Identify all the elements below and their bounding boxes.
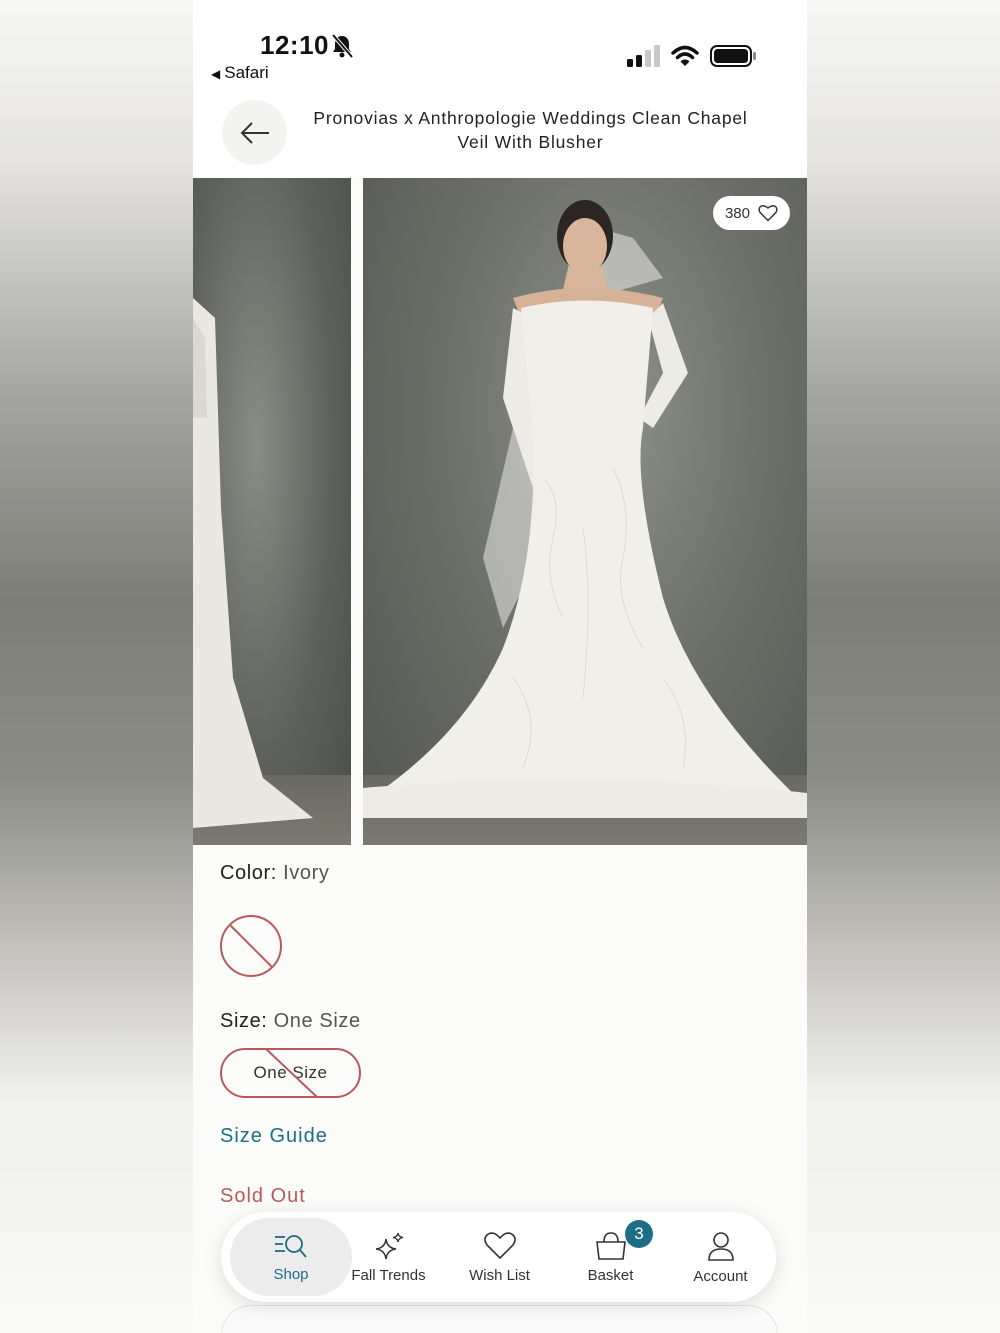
tab-label: Basket [587,1266,634,1284]
sold-out-status: Sold Out [220,1185,306,1207]
battery-icon [710,45,756,67]
person-icon [707,1231,734,1261]
basket-icon [595,1231,626,1260]
arrow-left-icon [240,121,269,144]
tab-label: Account [693,1267,748,1285]
add-to-wishlist-button[interactable] [221,1305,778,1333]
product-image-main[interactable]: 380 [363,178,807,845]
heart-icon [483,1231,516,1259]
size-guide-link[interactable]: Size Guide [220,1125,328,1148]
strikethrough-icon [229,924,273,968]
search-list-icon [275,1234,307,1258]
color-label: Color: [220,862,277,884]
strikethrough-icon [265,1050,318,1096]
tab-label: Fall Trends [351,1266,426,1284]
model-in-dress-illustration [363,200,807,818]
color-swatch-ivory-unavailable[interactable] [220,915,282,977]
tab-basket[interactable]: Basket 3 [555,1212,666,1302]
bottom-tab-bar: Shop Fall Trends Wish List Basket 3 Acco… [221,1212,776,1302]
tab-account[interactable]: Account [665,1212,776,1302]
wifi-icon [671,45,699,66]
background-blur-left [0,0,193,1333]
size-option-one-size-unavailable[interactable]: One Size [220,1048,361,1098]
background-blur-right [807,0,1000,1333]
sparkles-icon [375,1232,403,1259]
back-app-label: Safari [224,63,269,82]
color-value: Ivory [283,862,330,884]
likes-count: 380 [724,204,750,222]
heart-outline-icon [758,204,778,222]
size-label: Size: [220,1010,268,1032]
tab-fall-trends[interactable]: Fall Trends [333,1212,444,1302]
product-header: Pronovias x Anthropologie Weddings Clean… [193,95,807,178]
silent-bell-icon [331,33,354,59]
size-label-row: Size: One Size [220,1010,361,1033]
tab-label: Shop [273,1265,309,1283]
tab-wish-list[interactable]: Wish List [444,1212,555,1302]
tab-label: Wish List [469,1266,530,1284]
product-gallery[interactable]: 380 [193,178,807,845]
page-title: Pronovias x Anthropologie Weddings Clean… [313,108,748,152]
status-time: 12:10 [260,30,329,60]
back-triangle-icon: ◀ [211,67,221,81]
product-image-previous[interactable] [193,178,351,845]
dress-illustration [193,298,313,828]
color-label-row: Color: Ivory [220,862,329,885]
phone-screen: 12:10 ◀ Safari Pronovias x Anthropologie… [193,0,807,1333]
size-value: One Size [273,1010,361,1032]
back-to-app-link[interactable]: ◀ Safari [211,63,269,83]
back-button[interactable] [222,100,287,165]
status-bar: 12:10 ◀ Safari [193,0,807,95]
likes-button[interactable]: 380 [712,196,790,230]
cellular-signal-icon [627,45,660,67]
basket-count-badge: 3 [625,1220,653,1248]
